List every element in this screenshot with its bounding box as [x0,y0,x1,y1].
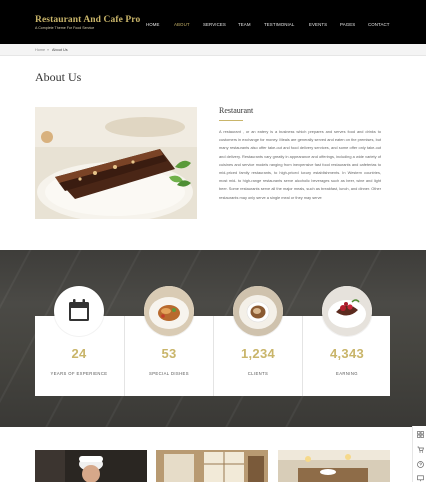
help-icon[interactable] [416,460,424,468]
dining-room-photo[interactable] [278,450,390,482]
calendar-icon [54,286,104,336]
stat-value: 24 [71,346,87,361]
nav-testimonial[interactable]: TESTIMONIAL [264,22,294,27]
coffee-photo [233,286,283,336]
team-photo-chef[interactable] [35,450,147,482]
floating-toolbar [412,426,426,482]
logo-subtitle: A Complete Theme For Food Service [35,26,95,30]
monitor-icon[interactable] [416,474,424,482]
grid-icon[interactable] [416,430,424,438]
stat-clients: 1,234 CLIENTS [213,286,301,396]
nav-about[interactable]: ABOUT [174,22,190,27]
stat-label: SPECIAL DISHES [149,371,189,376]
nav-services[interactable]: SERVICES [203,22,226,27]
restaurant-interior-photo[interactable] [156,450,268,482]
stat-label: YEARS OF EXPERIENCE [50,371,108,376]
breadcrumb-current: About Us [52,48,68,52]
stat-value: 1,234 [240,346,276,361]
cake-photo [35,107,197,219]
stat-earning: 4,343 EARNING [302,286,390,396]
logo-title[interactable]: Restaurant And Cafe Pro [35,15,140,25]
page-title: About Us [35,70,82,84]
site-header: Restaurant And Cafe Pro A Complete Theme… [0,0,426,44]
breadcrumb: Home » About Us [0,44,426,56]
nav-team[interactable]: TEAM [238,22,251,27]
stat-value: 53 [161,346,177,361]
stat-label: CLIENTS [247,371,269,376]
breadcrumb-separator: » [47,48,50,52]
dessert-photo [322,286,372,336]
restaurant-description: A restaurant , or an eatery is a busines… [219,129,381,200]
nav-home[interactable]: HOME [146,22,160,27]
stat-label: EARNING [336,371,358,376]
nav-pages[interactable]: PAGES [340,22,355,27]
restaurant-heading: Restaurant [219,106,254,115]
nav-contact[interactable]: CONTACT [368,22,390,27]
nav-events[interactable]: EVENTS [309,22,327,27]
stat-dishes: 53 SPECIAL DISHES [124,286,212,396]
stat-value: 4,343 [329,346,365,361]
stat-experience: 24 YEARS OF EXPERIENCE [35,286,123,396]
stats-panel: 24 YEARS OF EXPERIENCE 53 SPECIAL DISHES [35,286,390,396]
heading-divider [219,120,243,121]
cart-icon[interactable] [416,445,424,453]
breadcrumb-home[interactable]: Home [35,48,45,52]
dish-photo [144,286,194,336]
